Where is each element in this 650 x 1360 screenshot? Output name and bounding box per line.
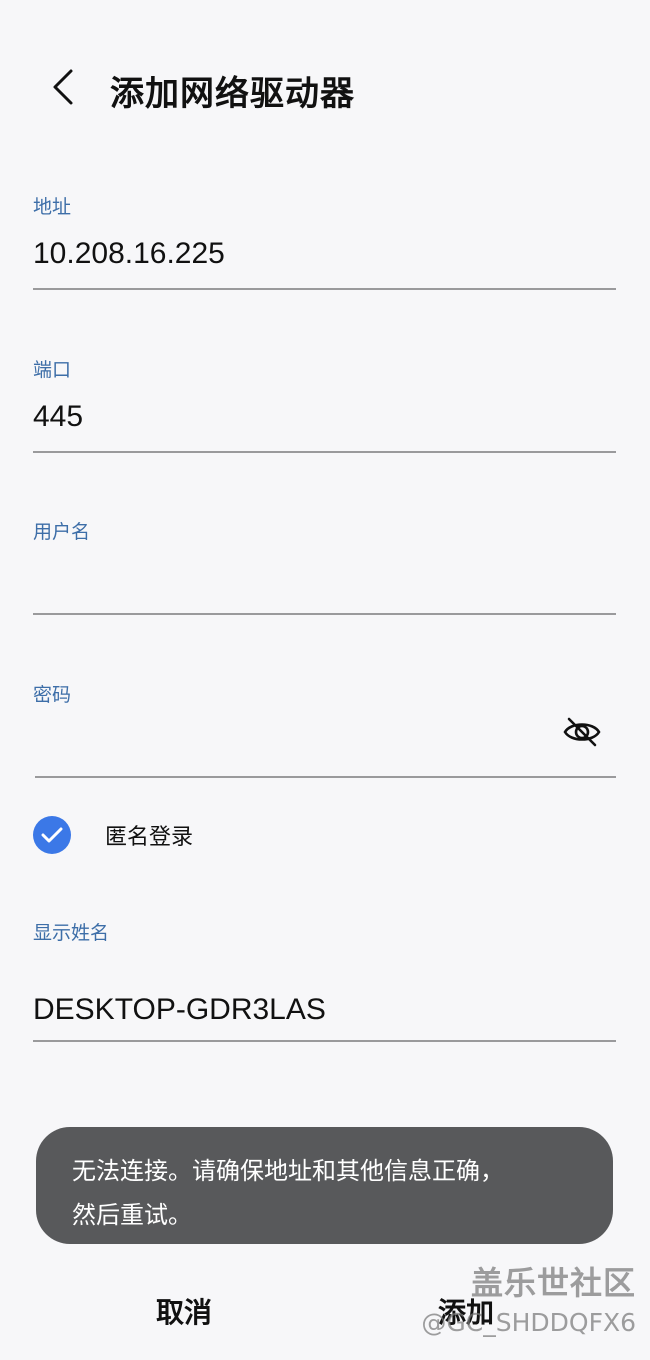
port-underline <box>33 451 616 453</box>
back-button[interactable] <box>40 64 86 110</box>
chevron-left-icon <box>53 69 73 105</box>
password-label: 密码 <box>33 684 72 706</box>
anonymous-login-checkbox[interactable] <box>33 816 71 854</box>
display-name-input[interactable] <box>33 990 553 1030</box>
username-field: 用户名 <box>33 517 616 627</box>
display-name-field: 显示姓名 <box>33 918 616 1042</box>
app-bar: 添加网络驱动器 <box>0 50 650 130</box>
watermark-brand: 盖乐世社区 <box>470 1264 636 1302</box>
toast-line-2: 然后重试。 <box>72 1201 192 1229</box>
toast-line-1: 无法连接。请确保地址和其他信息正确， <box>72 1157 504 1185</box>
watermark-handle: @GC_SHDDQFX6 <box>421 1308 636 1337</box>
display-name-underline <box>33 1040 616 1042</box>
username-input[interactable] <box>33 559 553 599</box>
port-input[interactable] <box>33 397 553 437</box>
checkmark-icon <box>41 827 63 843</box>
display-name-label: 显示姓名 <box>33 922 110 944</box>
anonymous-login-row[interactable]: 匿名登录 <box>33 810 616 860</box>
cancel-button[interactable]: 取消 <box>84 1288 284 1338</box>
username-underline <box>33 613 616 615</box>
address-input[interactable] <box>33 234 553 274</box>
page-title: 添加网络驱动器 <box>110 74 355 114</box>
port-field: 端口 <box>33 355 616 465</box>
password-underline <box>35 776 616 778</box>
error-toast: 无法连接。请确保地址和其他信息正确， 然后重试。 <box>36 1127 613 1244</box>
port-label: 端口 <box>33 359 72 381</box>
address-underline <box>33 288 616 290</box>
address-field: 地址 <box>33 192 616 302</box>
username-label: 用户名 <box>33 521 91 543</box>
anonymous-login-label: 匿名登录 <box>105 825 194 850</box>
eye-off-icon <box>563 717 601 747</box>
add-network-drive-screen: 添加网络驱动器 地址 端口 用户名 密码 <box>0 0 650 1360</box>
password-visibility-toggle[interactable] <box>560 710 604 754</box>
password-input[interactable] <box>33 722 553 762</box>
password-field: 密码 <box>33 680 616 790</box>
address-label: 地址 <box>33 196 72 218</box>
